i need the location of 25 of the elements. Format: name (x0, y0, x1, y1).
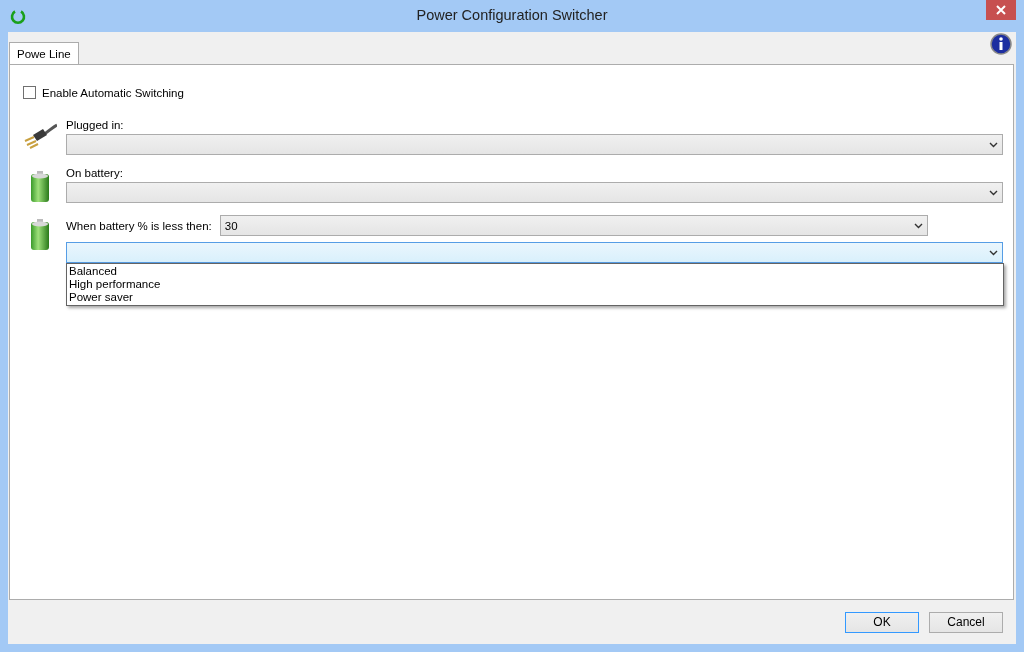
battery-icon (30, 219, 50, 251)
power-plug-icon (23, 123, 57, 149)
dropdown-option[interactable]: Balanced (69, 265, 1001, 278)
caret-icon (914, 222, 923, 229)
dropdown[interactable]: 30 (219, 215, 928, 236)
dropdown-option[interactable]: Power saver (69, 291, 1001, 304)
checkbox-label: Enable Automatic Switching (42, 86, 184, 99)
tab[interactable]: Powe Line (9, 42, 79, 64)
dropdown-option[interactable]: High performance (69, 278, 1001, 291)
field-label: When battery % is less then: (66, 219, 212, 232)
app-logo-icon (10, 8, 26, 24)
caret-icon (989, 189, 998, 196)
dialog-button[interactable]: Cancel (929, 611, 1003, 633)
window-title: Power Configuration Switcher (416, 7, 608, 23)
caret-icon (989, 141, 998, 148)
dropdown[interactable] (66, 242, 1003, 263)
dialog-button[interactable]: OK (845, 611, 919, 633)
caret-icon (989, 249, 998, 256)
info-icon[interactable] (990, 33, 1012, 55)
checkbox[interactable] (23, 86, 36, 99)
field-label: Plugged in: (66, 119, 125, 131)
field-label: On battery: (66, 167, 124, 179)
battery-icon (30, 171, 50, 203)
close-button[interactable] (986, 0, 1016, 20)
close-icon (996, 5, 1006, 15)
